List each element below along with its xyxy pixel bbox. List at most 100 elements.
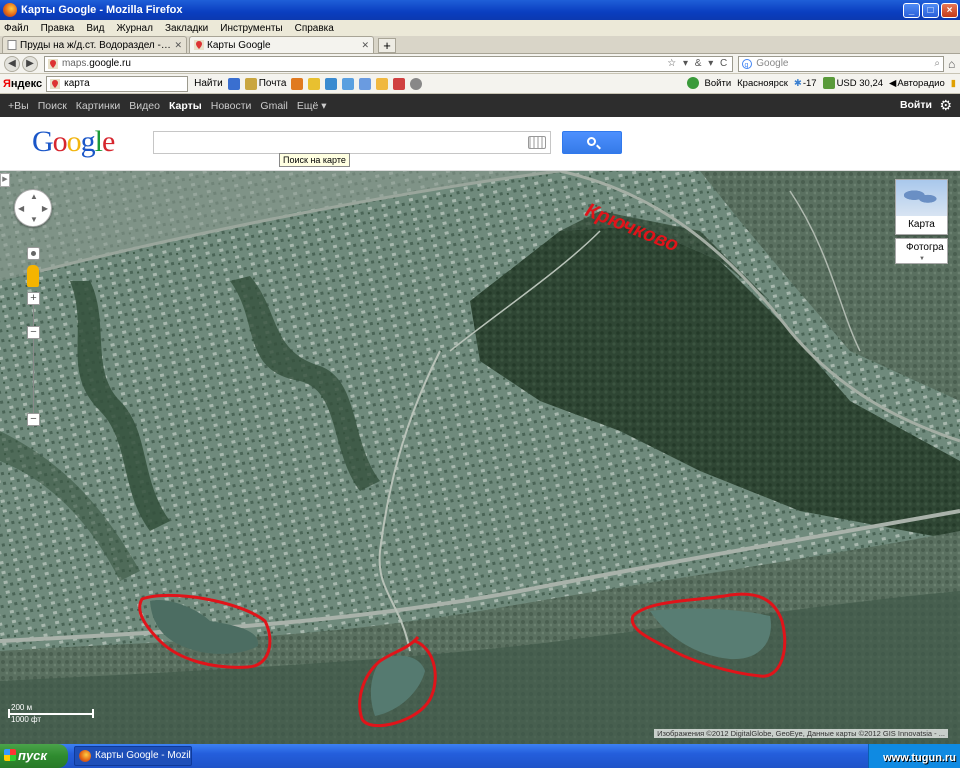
navigation-bar: ◀ ▶ maps.google.ru ☆ ▾ & ▾ C g Google ⌕ … bbox=[0, 54, 960, 74]
yandex-temp[interactable]: -17 bbox=[803, 78, 817, 89]
pan-control[interactable]: ▲ ▼ ◀ ▶ bbox=[14, 189, 52, 227]
yandex-usd[interactable]: USD 30,24 bbox=[837, 78, 883, 89]
minimize-button[interactable]: _ bbox=[903, 2, 920, 18]
satellite-imagery bbox=[0, 171, 960, 744]
gbar-maps[interactable]: Карты bbox=[169, 100, 202, 112]
firefox-icon bbox=[3, 3, 17, 17]
game-icon[interactable] bbox=[393, 77, 406, 90]
maximize-button[interactable]: □ bbox=[922, 2, 939, 18]
menu-view[interactable]: Вид bbox=[86, 23, 104, 34]
home-icon[interactable]: ⌂ bbox=[948, 58, 960, 70]
photo-layer-button[interactable]: Фотогра ▼ bbox=[895, 238, 948, 264]
google-header: Google Поиск на карте bbox=[0, 117, 960, 171]
url-tools-icons[interactable]: ☆ ▾ & ▾ C bbox=[667, 58, 729, 69]
map-copyright: Изображения ©2012 DigitalGlobe, GeoEye, … bbox=[654, 729, 948, 738]
yandex-search-input[interactable]: карта bbox=[46, 75, 189, 92]
market-icon[interactable] bbox=[291, 77, 304, 90]
logo-letter: o bbox=[52, 125, 68, 158]
window-title: Карты Google - Mozilla Firefox bbox=[21, 4, 183, 16]
menu-help[interactable]: Справка bbox=[295, 23, 334, 34]
yandex-logo[interactable]: Яндекс bbox=[3, 78, 42, 90]
yandex-city[interactable]: Красноярск bbox=[737, 78, 788, 89]
menu-bookmarks[interactable]: Закладки bbox=[165, 23, 208, 34]
tab-label: Карты Google bbox=[207, 39, 271, 51]
svg-text:g: g bbox=[745, 62, 749, 69]
tab-google-maps[interactable]: Карты Google ✕ bbox=[189, 36, 374, 53]
chat-icon[interactable] bbox=[376, 77, 389, 90]
tab-ponds[interactable]: Пруды на ж/д.ст. Водораздел - Озера, ...… bbox=[2, 36, 187, 53]
back-button[interactable]: ◀ bbox=[4, 55, 20, 72]
map-scale: 200 м 1000 фт bbox=[8, 703, 94, 724]
gbar-plus-you[interactable]: +Вы bbox=[8, 100, 29, 112]
pan-left-icon[interactable]: ◀ bbox=[18, 204, 24, 213]
download-icon[interactable] bbox=[359, 77, 372, 90]
bookmark-star-icon[interactable] bbox=[308, 77, 321, 90]
map-type-button[interactable]: Карта bbox=[895, 179, 948, 235]
gbar-images[interactable]: Картинки bbox=[76, 100, 121, 112]
yandex-radio[interactable]: Авторадио bbox=[897, 78, 944, 89]
pan-right-icon[interactable]: ▶ bbox=[42, 204, 48, 213]
weather-snow-icon: ✱ bbox=[793, 77, 802, 89]
zoom-slider-handle[interactable]: − bbox=[27, 326, 40, 339]
yandex-find-button[interactable]: Найти bbox=[194, 78, 223, 89]
gbar-gmail[interactable]: Gmail bbox=[260, 100, 287, 112]
maps-search-input[interactable] bbox=[153, 131, 551, 154]
gbar-signin-button[interactable]: Войти bbox=[900, 99, 932, 111]
forward-button[interactable]: ▶ bbox=[21, 55, 38, 72]
search-placeholder: Google bbox=[756, 58, 789, 69]
my-location-icon[interactable] bbox=[27, 247, 40, 260]
yandex-mail-button[interactable]: Почта bbox=[259, 78, 287, 89]
keyboard-icon[interactable] bbox=[528, 136, 546, 149]
mail-icon[interactable] bbox=[244, 77, 257, 90]
zoom-out-button[interactable]: − bbox=[27, 413, 40, 426]
check-icon[interactable] bbox=[325, 77, 338, 90]
yandex-widgets: Войти Красноярск ✱ -17 USD 30,24 ◀ Автор… bbox=[686, 77, 956, 89]
satellite-map[interactable]: Крючково ▶ ▲ ▼ ◀ ▶ + − − Карта Фотогра ▼… bbox=[0, 171, 960, 744]
logo-letter: o bbox=[66, 125, 82, 158]
street-view-pegman-icon[interactable] bbox=[27, 265, 39, 287]
logo-letter: G bbox=[32, 125, 54, 158]
signal-bars-icon: ▮ bbox=[950, 77, 956, 89]
pan-up-icon[interactable]: ▲ bbox=[30, 192, 38, 201]
tab-close-icon[interactable]: ✕ bbox=[361, 40, 369, 51]
start-button[interactable]: пуск bbox=[0, 744, 68, 768]
logo-letter: l bbox=[94, 125, 103, 158]
address-bar[interactable]: maps.google.ru ☆ ▾ & ▾ C bbox=[43, 55, 734, 72]
taskbar-item-firefox[interactable]: Карты Google - Mozill... bbox=[74, 746, 192, 766]
menu-edit[interactable]: Правка bbox=[41, 23, 75, 34]
handwritten-label: Крючково bbox=[582, 199, 681, 255]
menu-history[interactable]: Журнал bbox=[116, 23, 153, 34]
logo-letter: g bbox=[80, 125, 96, 158]
google-logo[interactable]: Google bbox=[32, 125, 115, 159]
search-icon[interactable]: ⌕ bbox=[934, 58, 940, 69]
menu-tools[interactable]: Инструменты bbox=[220, 23, 282, 34]
gbar-video[interactable]: Видео bbox=[129, 100, 160, 112]
zoom-slider-track[interactable] bbox=[33, 299, 34, 427]
yandex-signin[interactable]: Войти bbox=[705, 78, 732, 89]
new-tab-button[interactable]: + bbox=[378, 38, 396, 53]
scale-tick bbox=[92, 709, 94, 718]
map-type-label: Карта bbox=[908, 219, 935, 230]
search-bar[interactable]: g Google ⌕ bbox=[738, 55, 945, 72]
url-text: maps.google.ru bbox=[62, 58, 667, 69]
firefox-icon bbox=[79, 750, 91, 762]
page-icon bbox=[7, 40, 17, 50]
gbar-search[interactable]: Поиск bbox=[38, 100, 67, 112]
menu-file[interactable]: Файл bbox=[4, 23, 29, 34]
logo-letter: e bbox=[102, 125, 115, 158]
gbar-news[interactable]: Новости bbox=[211, 100, 252, 112]
zoom-in-button[interactable]: + bbox=[27, 292, 40, 305]
translate-icon[interactable] bbox=[342, 77, 355, 90]
map-controls: ▲ ▼ ◀ ▶ + − − bbox=[14, 189, 52, 427]
settings-gear-icon[interactable] bbox=[410, 77, 423, 90]
maps-search-button[interactable] bbox=[562, 131, 622, 154]
gbar-more[interactable]: Ещё ▾ bbox=[297, 100, 327, 112]
side-panel-toggle[interactable]: ▶ bbox=[0, 173, 10, 187]
gear-icon[interactable]: ⚙ bbox=[939, 97, 952, 114]
system-tray: www.tugun.ru bbox=[868, 744, 960, 768]
pan-down-icon[interactable]: ▼ bbox=[30, 215, 38, 224]
close-button[interactable]: × bbox=[941, 2, 958, 18]
tab-close-icon[interactable]: ✕ bbox=[174, 40, 182, 51]
photo-layer-label: Фотогра bbox=[906, 242, 944, 253]
yandex-services-icon[interactable] bbox=[227, 77, 240, 90]
